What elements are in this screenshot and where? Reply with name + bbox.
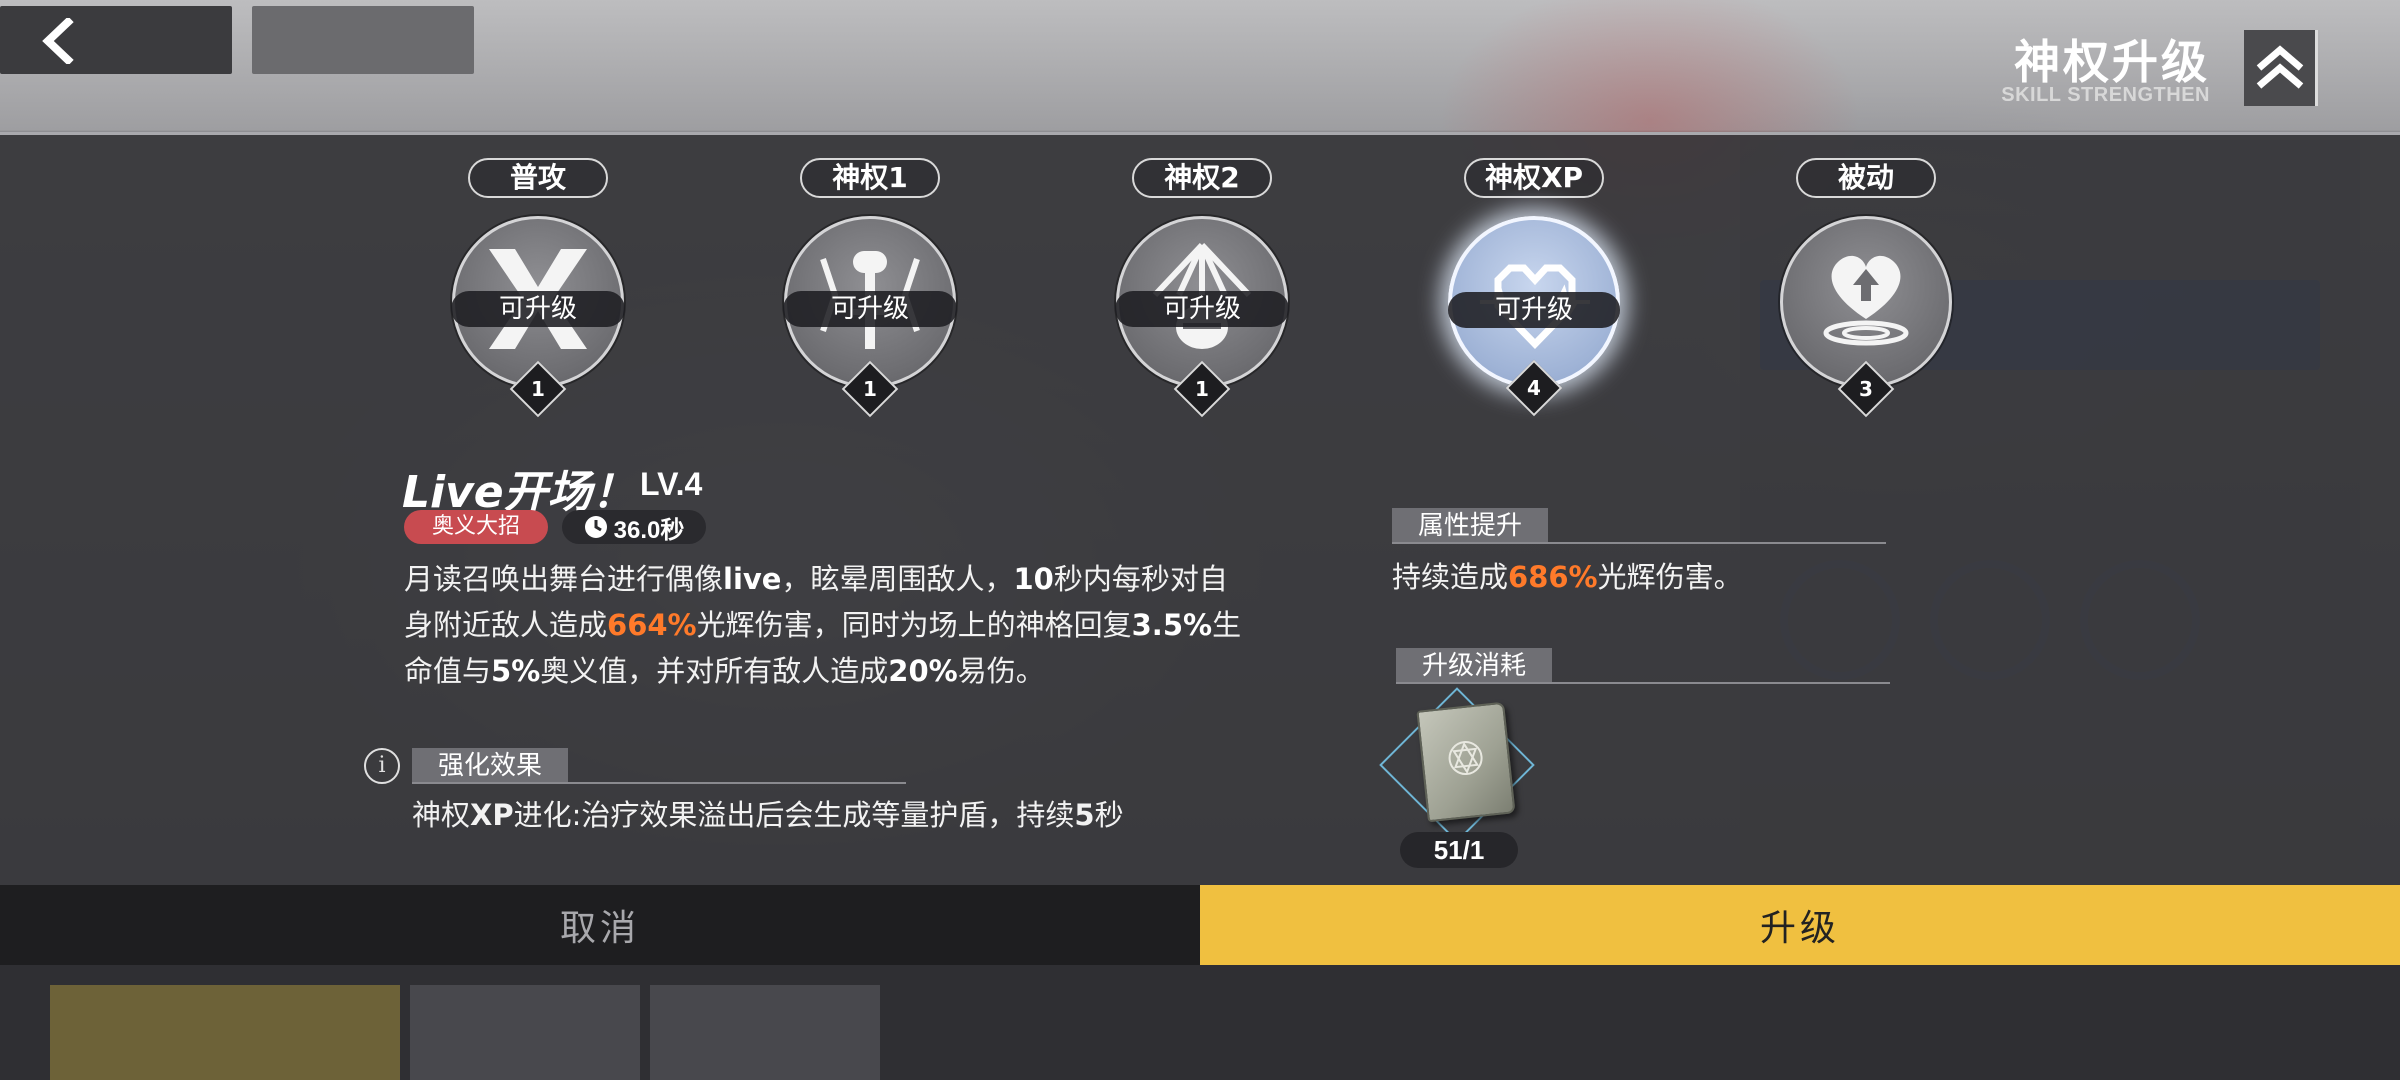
enhance-section-title: 强化效果 [412,748,569,784]
cost-section-title: 升级消耗 [1396,648,1553,684]
tab-skill-2[interactable]: 神权2 可升级 1 [1112,158,1292,418]
collapse-button[interactable] [2244,30,2318,106]
page-title: 神权升级 [2014,35,2210,89]
cost-count: 51/1 [1400,832,1518,868]
tab-label: 普攻 [468,158,608,198]
damage-highlight: 664% [607,608,697,642]
background-tab-button [650,985,880,1080]
tab-label: 被动 [1796,158,1936,198]
skill-button-skill-xp[interactable]: 可升级 4 [1448,216,1620,417]
attribute-section-title: 属性提升 [1392,508,1549,544]
skill-type-badge: 奥义大招 [404,510,548,544]
tab-skill-1[interactable]: 神权1 可升级 1 [780,158,960,418]
attribute-description: 持续造成686%光辉伤害。 [1392,560,1743,594]
upgrade-button[interactable]: 升级 [1200,885,2400,965]
tab-normal-attack[interactable]: 普攻 可升级 1 [448,158,628,418]
upgradable-label: 可升级 [451,291,625,327]
tab-label: 神权2 [1132,158,1272,198]
page-subtitle: SKILL STRENGTHEN [2001,84,2210,106]
tab-label: 神权1 [800,158,940,198]
double-chevron-up-icon [2256,45,2303,89]
chevron-left-icon [42,18,74,64]
back-button[interactable] [28,14,88,68]
clock-icon [584,516,607,538]
skill-book-icon [1416,701,1516,823]
upgradable-label: 可升级 [1115,291,1289,327]
background-tab-button [50,985,400,1080]
damage-highlight: 686% [1508,560,1598,594]
skill-button-skill-2[interactable]: 可升级 1 [1115,216,1289,418]
tab-skill-xp[interactable]: 神权XP 可升级 4 [1444,158,1624,417]
skill-level: LV.4 [640,466,703,502]
info-icon[interactable]: i [364,748,400,784]
top-bar-slot [252,6,474,74]
skill-description: 月读召唤出舞台进行偶像live，眩晕周围敌人，10秒内每秒对自身附近敌人造成66… [404,562,1242,688]
skill-button-normal-attack[interactable]: 可升级 1 [451,216,625,418]
divider [1392,542,1886,544]
cancel-button[interactable]: 取消 [0,885,1200,965]
background-tab-button [410,985,640,1080]
cooldown-badge: 36.0秒 [562,510,706,544]
cost-item-slot[interactable] [1379,687,1535,843]
tab-passive[interactable]: 被动 3 [1776,158,1956,418]
upgradable-label: 可升级 [1448,292,1620,328]
tab-label: 神权XP [1464,158,1604,198]
skill-button-passive[interactable]: 3 [1780,216,1952,418]
divider [1396,682,1890,684]
skill-button-skill-1[interactable]: 可升级 1 [783,216,957,418]
upgradable-label: 可升级 [783,291,957,327]
cooldown-value: 36.0秒 [613,516,685,544]
divider [412,782,906,784]
enhance-description: 神权XP进化:治疗效果溢出后会生成等量护盾，持续5秒 [412,798,1124,832]
heart-up-arrow-icon [1823,255,1909,346]
